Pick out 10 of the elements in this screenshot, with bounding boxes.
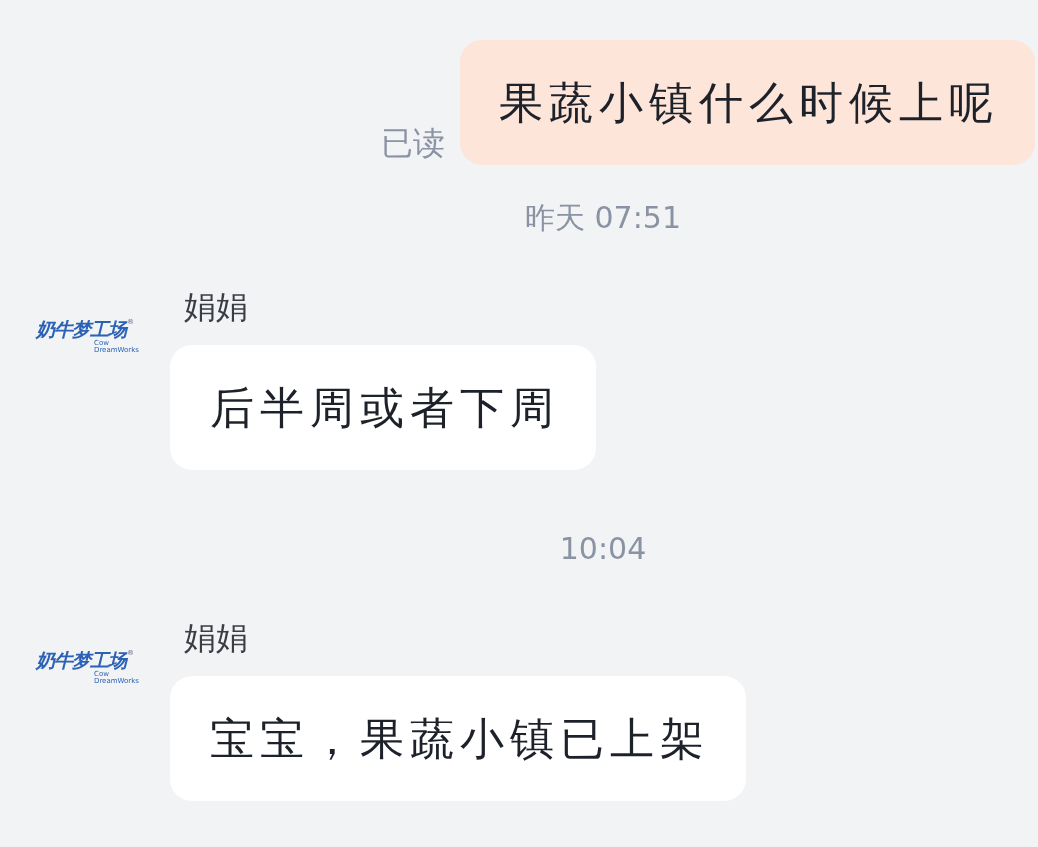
logo-wordmark: 奶牛梦工场 <box>36 318 126 340</box>
chat-message: 后半周或者下周 <box>170 345 596 470</box>
read-receipt: 已读 <box>381 124 445 162</box>
logo-wordmark: 奶牛梦工场 <box>36 649 126 671</box>
timestamp: 10:04 <box>559 531 647 567</box>
sender-name: 娟娟 <box>183 619 248 657</box>
chat-message: 果蔬小镇什么时候上呢 <box>460 40 1035 165</box>
chat-message: 宝宝，果蔬小镇已上架 <box>170 676 746 801</box>
sender-name: 娟娟 <box>183 288 248 326</box>
timestamp: 昨天 07:51 <box>525 200 681 236</box>
